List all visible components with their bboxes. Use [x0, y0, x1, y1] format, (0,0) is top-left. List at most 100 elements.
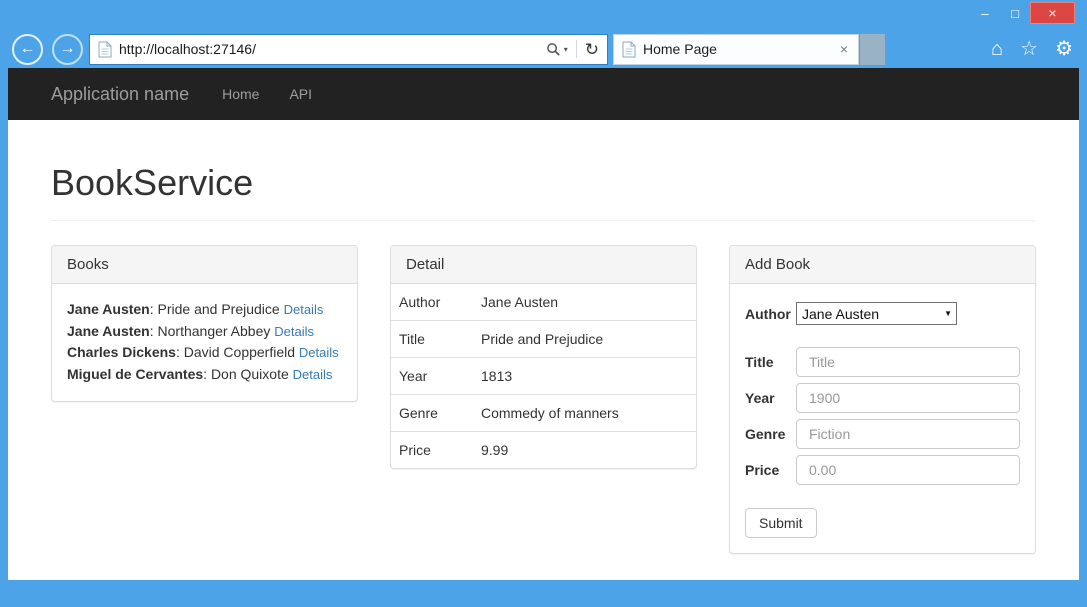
home-icon[interactable]: ⌂	[991, 39, 1003, 59]
table-row: Title Pride and Prejudice	[391, 321, 696, 358]
detail-panel: Detail Author Jane Austen Title Pride an…	[390, 245, 697, 469]
book-author: Miguel de Cervantes	[67, 366, 203, 382]
book-author: Jane Austen	[67, 301, 150, 317]
details-link[interactable]: Details	[299, 345, 339, 360]
browser-action-icons: ⌂ ☆ ⚙	[991, 39, 1073, 59]
table-row: Genre Commedy of manners	[391, 395, 696, 432]
divider	[51, 220, 1036, 221]
detail-row-value: Pride and Prejudice	[473, 321, 696, 358]
book-title: Northanger Abbey	[158, 323, 271, 339]
detail-row-label: Author	[391, 284, 473, 321]
chevron-down-icon: ▾	[564, 45, 568, 54]
main-container: BookService Books Jane Austen: Pride and…	[8, 162, 1079, 554]
detail-row-value: Commedy of manners	[473, 395, 696, 432]
favorites-star-icon[interactable]: ☆	[1020, 39, 1038, 59]
book-separator: :	[203, 366, 211, 382]
forward-button[interactable]: →	[52, 34, 83, 65]
browser-toolbar: ← → http://localhost:27146/ ▾ ↻	[0, 30, 1087, 68]
add-book-panel-title: Add Book	[730, 246, 1035, 284]
maximize-icon: □	[1011, 6, 1019, 21]
price-label: Price	[745, 462, 796, 478]
navbar: Application name Home API	[8, 68, 1079, 120]
window-controls: – □ ×	[970, 2, 1075, 24]
tab-title: Home Page	[643, 41, 838, 57]
refresh-icon[interactable]: ↻	[583, 41, 601, 58]
table-row: Author Jane Austen	[391, 284, 696, 321]
page-viewport: Application name Home API BookService Bo…	[8, 68, 1079, 580]
search-icon	[546, 42, 561, 57]
add-book-form: Author Jane Austen ▼ Title Year	[730, 284, 1035, 553]
browser-window: – □ × ← → http://localhost:2714	[0, 0, 1087, 607]
genre-input[interactable]	[796, 419, 1020, 449]
close-button[interactable]: ×	[1030, 2, 1075, 24]
maximize-button[interactable]: □	[1000, 2, 1030, 24]
book-separator: :	[176, 344, 184, 360]
address-bar-divider	[576, 40, 577, 58]
table-row: Year 1813	[391, 358, 696, 395]
author-field-row: Author Jane Austen ▼	[745, 302, 1020, 325]
details-link[interactable]: Details	[293, 367, 333, 382]
book-title: Don Quixote	[211, 366, 289, 382]
back-arrow-icon: ←	[20, 40, 36, 58]
title-input[interactable]	[796, 347, 1020, 377]
book-separator: :	[150, 323, 158, 339]
tab-home-page[interactable]: Home Page ×	[613, 34, 859, 65]
panels-row: Books Jane Austen: Pride and Prejudice D…	[51, 245, 1036, 554]
detail-row-label: Price	[391, 432, 473, 469]
new-tab-button[interactable]	[860, 34, 885, 65]
detail-table: Author Jane Austen Title Pride and Preju…	[391, 284, 696, 468]
back-button[interactable]: ←	[12, 34, 43, 65]
nav-link-api[interactable]: API	[274, 86, 327, 102]
details-link[interactable]: Details	[284, 302, 324, 317]
tab-page-icon	[622, 41, 636, 58]
close-icon: ×	[1048, 5, 1056, 21]
genre-label: Genre	[745, 426, 796, 442]
select-arrow-icon: ▼	[944, 309, 952, 318]
book-separator: :	[150, 301, 158, 317]
address-bar[interactable]: http://localhost:27146/ ▾ ↻	[89, 34, 608, 65]
title-field-row: Title	[745, 347, 1020, 377]
year-label: Year	[745, 390, 796, 406]
minimize-icon: –	[981, 6, 988, 21]
books-panel-title: Books	[52, 246, 357, 284]
titlebar: – □ ×	[0, 0, 1087, 30]
add-book-panel: Add Book Author Jane Austen ▼ Title	[729, 245, 1036, 554]
detail-row-value: 9.99	[473, 432, 696, 469]
table-row: Price 9.99	[391, 432, 696, 469]
book-author: Jane Austen	[67, 323, 150, 339]
price-field-row: Price	[745, 455, 1020, 485]
details-link[interactable]: Details	[274, 324, 314, 339]
settings-gear-icon[interactable]: ⚙	[1055, 39, 1073, 59]
price-input[interactable]	[796, 455, 1020, 485]
nav-link-home[interactable]: Home	[207, 86, 274, 102]
submit-button[interactable]: Submit	[745, 508, 817, 538]
year-field-row: Year	[745, 383, 1020, 413]
book-list-item: Jane Austen: Pride and Prejudice Details	[67, 299, 342, 321]
url-input[interactable]: http://localhost:27146/	[119, 41, 544, 57]
page-title: BookService	[51, 162, 1036, 204]
detail-row-label: Title	[391, 321, 473, 358]
title-label: Title	[745, 354, 796, 370]
author-selected-value: Jane Austen	[802, 306, 879, 322]
book-list-item: Jane Austen: Northanger Abbey Details	[67, 321, 342, 343]
detail-panel-title: Detail	[391, 246, 696, 284]
books-panel: Books Jane Austen: Pride and Prejudice D…	[51, 245, 358, 402]
detail-row-label: Year	[391, 358, 473, 395]
year-input[interactable]	[796, 383, 1020, 413]
forward-arrow-icon: →	[60, 40, 76, 58]
author-select[interactable]: Jane Austen ▼	[796, 302, 957, 325]
minimize-button[interactable]: –	[970, 2, 1000, 24]
tab-close-icon[interactable]: ×	[838, 41, 850, 57]
books-list: Jane Austen: Pride and Prejudice Details…	[52, 284, 357, 401]
genre-field-row: Genre	[745, 419, 1020, 449]
detail-row-label: Genre	[391, 395, 473, 432]
page-document-icon	[98, 41, 112, 58]
detail-row-value: Jane Austen	[473, 284, 696, 321]
book-list-item: Charles Dickens: David Copperfield Detai…	[67, 342, 342, 364]
detail-row-value: 1813	[473, 358, 696, 395]
navbar-brand[interactable]: Application name	[51, 84, 189, 105]
book-list-item: Miguel de Cervantes: Don Quixote Details	[67, 364, 342, 386]
book-author: Charles Dickens	[67, 344, 176, 360]
search-dropdown-button[interactable]: ▾	[544, 42, 570, 57]
book-title: Pride and Prejudice	[158, 301, 280, 317]
